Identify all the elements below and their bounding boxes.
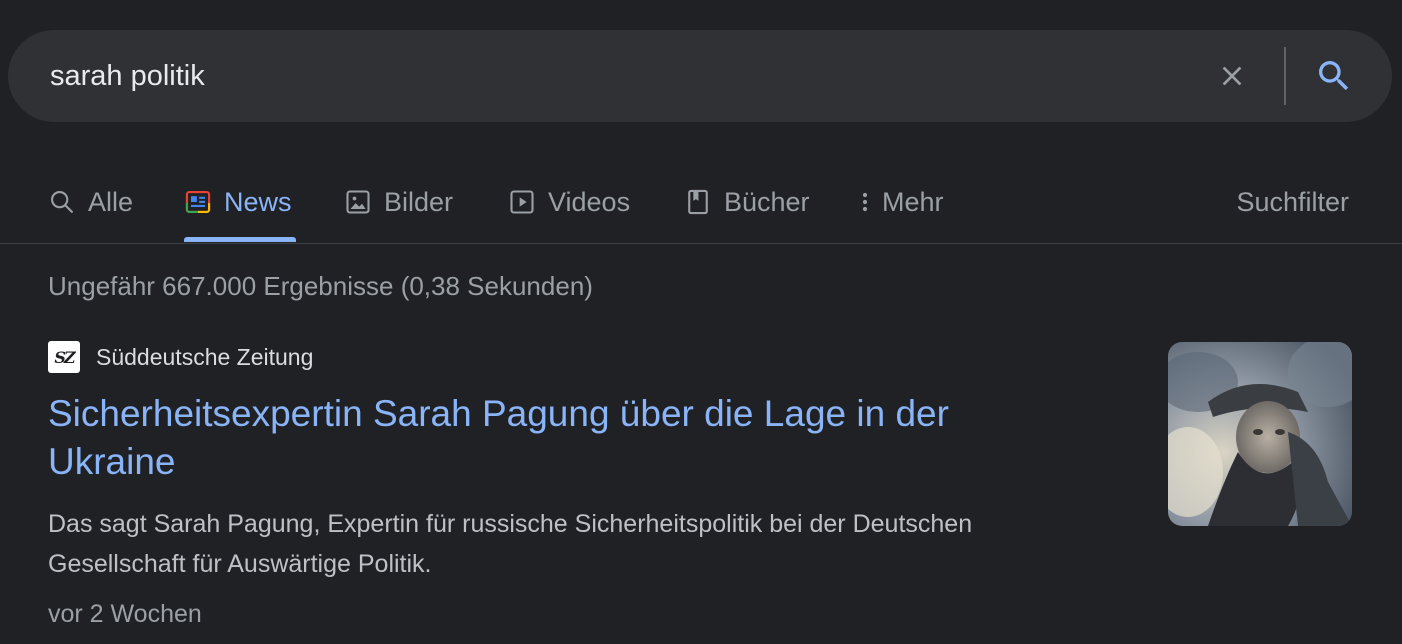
result-title-link[interactable]: Sicherheitsexpertin Sarah Pagung über di… <box>48 390 1068 486</box>
tab-videos[interactable]: Videos <box>508 178 630 226</box>
search-results-page: Alle News <box>0 0 1402 644</box>
result-source[interactable]: SZ Süddeutsche Zeitung <box>48 340 313 374</box>
result-thumbnail[interactable] <box>1168 342 1352 526</box>
close-icon <box>1222 66 1242 86</box>
tab-bilder[interactable]: Bilder <box>344 178 453 226</box>
tab-mehr[interactable]: Mehr <box>856 178 944 226</box>
source-name: Süddeutsche Zeitung <box>96 343 314 370</box>
search-bar <box>8 30 1392 122</box>
searchbar-divider <box>1284 47 1286 105</box>
thumbnail-photo <box>1168 342 1352 526</box>
search-icon <box>48 188 76 216</box>
search-button[interactable] <box>1312 54 1356 98</box>
search-icon <box>1319 61 1349 91</box>
clear-search-button[interactable] <box>1212 56 1252 96</box>
book-icon <box>684 188 712 216</box>
news-result: SZ Süddeutsche Zeitung Sicherheitsexpert… <box>48 340 1354 640</box>
more-vert-icon <box>856 188 874 216</box>
source-logo: SZ <box>48 341 80 373</box>
video-icon <box>508 188 536 216</box>
image-icon <box>344 188 372 216</box>
search-filter-button[interactable]: Suchfilter <box>1236 178 1349 226</box>
tabs-divider <box>0 243 1402 244</box>
search-tabs: Alle News Bilder Videos Bücher Mehr <box>0 160 1402 244</box>
result-date: vor 2 Wochen <box>48 600 202 628</box>
tab-news[interactable]: News <box>184 178 292 226</box>
tab-alle[interactable]: Alle <box>48 178 133 226</box>
active-tab-indicator <box>184 237 296 242</box>
tab-label: Alle <box>88 186 134 217</box>
tab-label: Videos <box>548 186 631 217</box>
tab-label: Bilder <box>384 186 454 217</box>
tab-label: News <box>224 186 292 217</box>
search-input[interactable] <box>50 52 1150 100</box>
result-snippet: Das sagt Sarah Pagung, Expertin für russ… <box>48 510 973 578</box>
tab-buecher[interactable]: Bücher <box>684 178 810 226</box>
tab-label: Mehr <box>882 186 944 217</box>
tab-label: Bücher <box>724 186 810 217</box>
news-icon <box>184 188 212 216</box>
result-stats: Ungefähr 667.000 Ergebnisse (0,38 Sekund… <box>48 271 593 301</box>
